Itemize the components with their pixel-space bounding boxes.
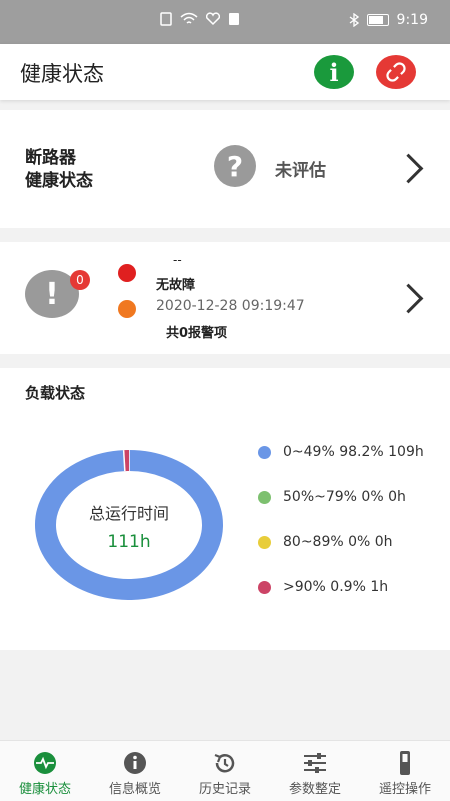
nav-label: 参数整定 <box>270 778 360 797</box>
nav-label: 历史记录 <box>180 778 270 797</box>
legend-dot <box>258 446 271 459</box>
alarm-status-text: 无故障 <box>156 274 195 293</box>
status-time: 9:19 <box>397 12 428 28</box>
disconnect-button[interactable] <box>376 55 416 89</box>
chevron-right-icon <box>394 154 424 184</box>
question-icon: ? <box>214 145 256 187</box>
bluetooth-icon <box>349 13 359 27</box>
unlink-icon <box>385 61 407 83</box>
nav-label: 遥控操作 <box>360 778 450 797</box>
bottom-nav: 健康状态 信息概览 历史记录 参数整定 遥控操作 <box>0 740 450 801</box>
battery-icon <box>367 14 389 26</box>
sim-icon <box>160 12 172 26</box>
alarm-count-badge: 0 <box>70 270 90 290</box>
alarm-card[interactable]: ! 0 -- 无故障 2020-12-28 09:19:47 共0报警项 <box>0 242 450 354</box>
notification-icon <box>228 12 240 26</box>
legend-label: >90% 0.9% 1h <box>283 579 388 595</box>
info-icon: i <box>329 58 338 87</box>
sliders-icon <box>301 751 329 775</box>
legend-item: 50%~79% 0% 0h <box>258 489 406 505</box>
heart-icon <box>206 12 220 26</box>
legend-label: 80~89% 0% 0h <box>283 534 393 550</box>
legend-dot <box>258 536 271 549</box>
load-status-title: 负载状态 <box>25 382 85 403</box>
fault-indicator-dot <box>118 264 136 282</box>
legend-label: 50%~79% 0% 0h <box>283 489 406 505</box>
status-icons-left <box>160 12 240 26</box>
nav-label: 信息概览 <box>90 778 180 797</box>
heart-pulse-icon <box>31 751 59 775</box>
nav-label: 健康状态 <box>0 778 90 797</box>
nav-info-overview[interactable]: 信息概览 <box>90 741 180 801</box>
legend-item: >90% 0.9% 1h <box>258 579 388 595</box>
alarm-dash: -- <box>173 253 182 267</box>
breaker-health-label: 断路器 健康状态 <box>25 147 93 193</box>
nav-parameter-setting[interactable]: 参数整定 <box>270 741 360 801</box>
info-icon <box>121 751 149 775</box>
wifi-icon <box>180 12 198 26</box>
status-icons-right: 9:19 <box>349 12 428 28</box>
status-bar: 9:19 <box>0 0 450 44</box>
chevron-right-icon <box>394 284 424 314</box>
remote-icon <box>391 751 419 775</box>
legend-item: 0~49% 98.2% 109h <box>258 444 424 460</box>
page-title: 健康状态 <box>20 58 104 88</box>
info-button[interactable]: i <box>314 55 354 89</box>
time-indicator-dot <box>118 300 136 318</box>
nav-history[interactable]: 历史记录 <box>180 741 270 801</box>
alarm-count-text: 共0报警项 <box>166 322 227 341</box>
nav-health-status[interactable]: 健康状态 <box>0 741 90 801</box>
total-runtime-label: 总运行时间 <box>24 500 234 524</box>
load-donut-chart <box>24 440 234 610</box>
breaker-health-card[interactable]: 断路器 健康状态 ? 未评估 <box>0 110 450 228</box>
alarm-timestamp: 2020-12-28 09:19:47 <box>156 298 305 314</box>
app-bar: 健康状态 i <box>0 44 450 100</box>
legend-dot <box>258 581 271 594</box>
nav-remote-control[interactable]: 遥控操作 <box>360 741 450 801</box>
total-runtime-value: 111h <box>24 532 234 552</box>
legend-item: 80~89% 0% 0h <box>258 534 393 550</box>
breaker-health-status: 未评估 <box>275 156 326 181</box>
legend-label: 0~49% 98.2% 109h <box>283 444 424 460</box>
donut-slice-0~49% <box>45 461 212 590</box>
history-icon <box>211 751 239 775</box>
load-status-card: 负载状态 总运行时间 111h 0~49% 98.2% 109h 50%~79%… <box>0 368 450 650</box>
legend-dot <box>258 491 271 504</box>
